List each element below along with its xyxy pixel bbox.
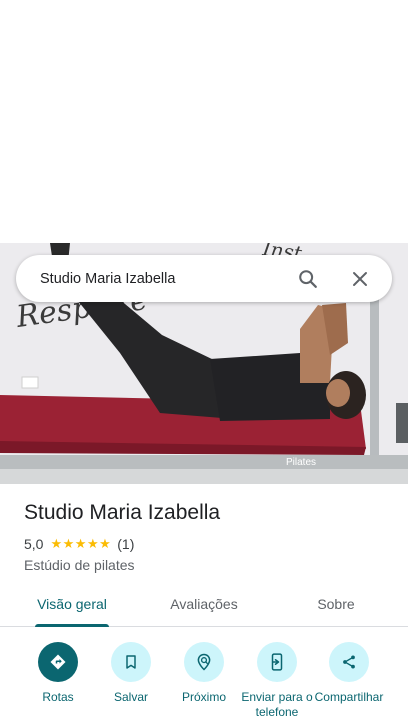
star-icon: ★ — [74, 536, 87, 551]
action-label: Compartilhar — [314, 690, 384, 704]
rating-row[interactable]: 5,0 ★ ★ ★ ★ ★ (1) — [24, 536, 134, 552]
tab-bar: Visão geral Avaliações Sobre — [0, 587, 408, 627]
place-name: Studio Maria Izabella — [24, 501, 221, 524]
send-to-phone-button[interactable]: Enviar para o telefone — [237, 642, 317, 720]
action-label: Enviar para o telefone — [241, 690, 313, 719]
active-tab-indicator — [35, 624, 109, 627]
rating-stars: ★ ★ ★ ★ ★ — [50, 536, 111, 552]
bookmark-icon — [111, 642, 151, 682]
map-area[interactable] — [0, 0, 408, 243]
tab-label: Sobre — [317, 596, 355, 612]
search-query-text[interactable]: Studio Maria Izabella — [40, 271, 288, 287]
close-icon[interactable] — [340, 259, 380, 299]
nearby-icon — [184, 642, 224, 682]
star-icon: ★ — [86, 536, 99, 551]
action-buttons: Rotas Salvar Próximo Enviar para o telef… — [0, 642, 408, 726]
save-button[interactable]: Salvar — [91, 642, 171, 705]
tab-label: Visão geral — [37, 596, 107, 612]
tab-about[interactable]: Sobre — [296, 587, 376, 627]
share-icon — [329, 642, 369, 682]
tab-reviews[interactable]: Avaliações — [156, 587, 252, 627]
directions-icon — [38, 642, 78, 682]
directions-button[interactable]: Rotas — [18, 642, 98, 705]
tab-overview[interactable]: Visão geral — [26, 587, 118, 627]
action-label: Próximo — [181, 690, 226, 704]
place-category: Estúdio de pilates — [24, 557, 135, 573]
action-label: Salvar — [113, 690, 148, 704]
send-to-phone-icon — [257, 642, 297, 682]
review-count[interactable]: (1) — [117, 536, 134, 552]
search-bar[interactable]: Studio Maria Izabella — [16, 255, 392, 302]
equipment-brand: Pilates — [286, 457, 316, 468]
star-icon: ★ — [99, 536, 111, 551]
search-icon[interactable] — [288, 259, 328, 299]
share-button[interactable]: Compartilhar — [309, 642, 389, 705]
star-icon: ★ — [62, 536, 75, 551]
action-label: Rotas — [42, 690, 74, 704]
rating-value: 5,0 — [24, 536, 44, 552]
nearby-button[interactable]: Próximo — [164, 642, 244, 705]
star-icon: ★ — [50, 536, 63, 551]
tab-label: Avaliações — [170, 596, 238, 612]
